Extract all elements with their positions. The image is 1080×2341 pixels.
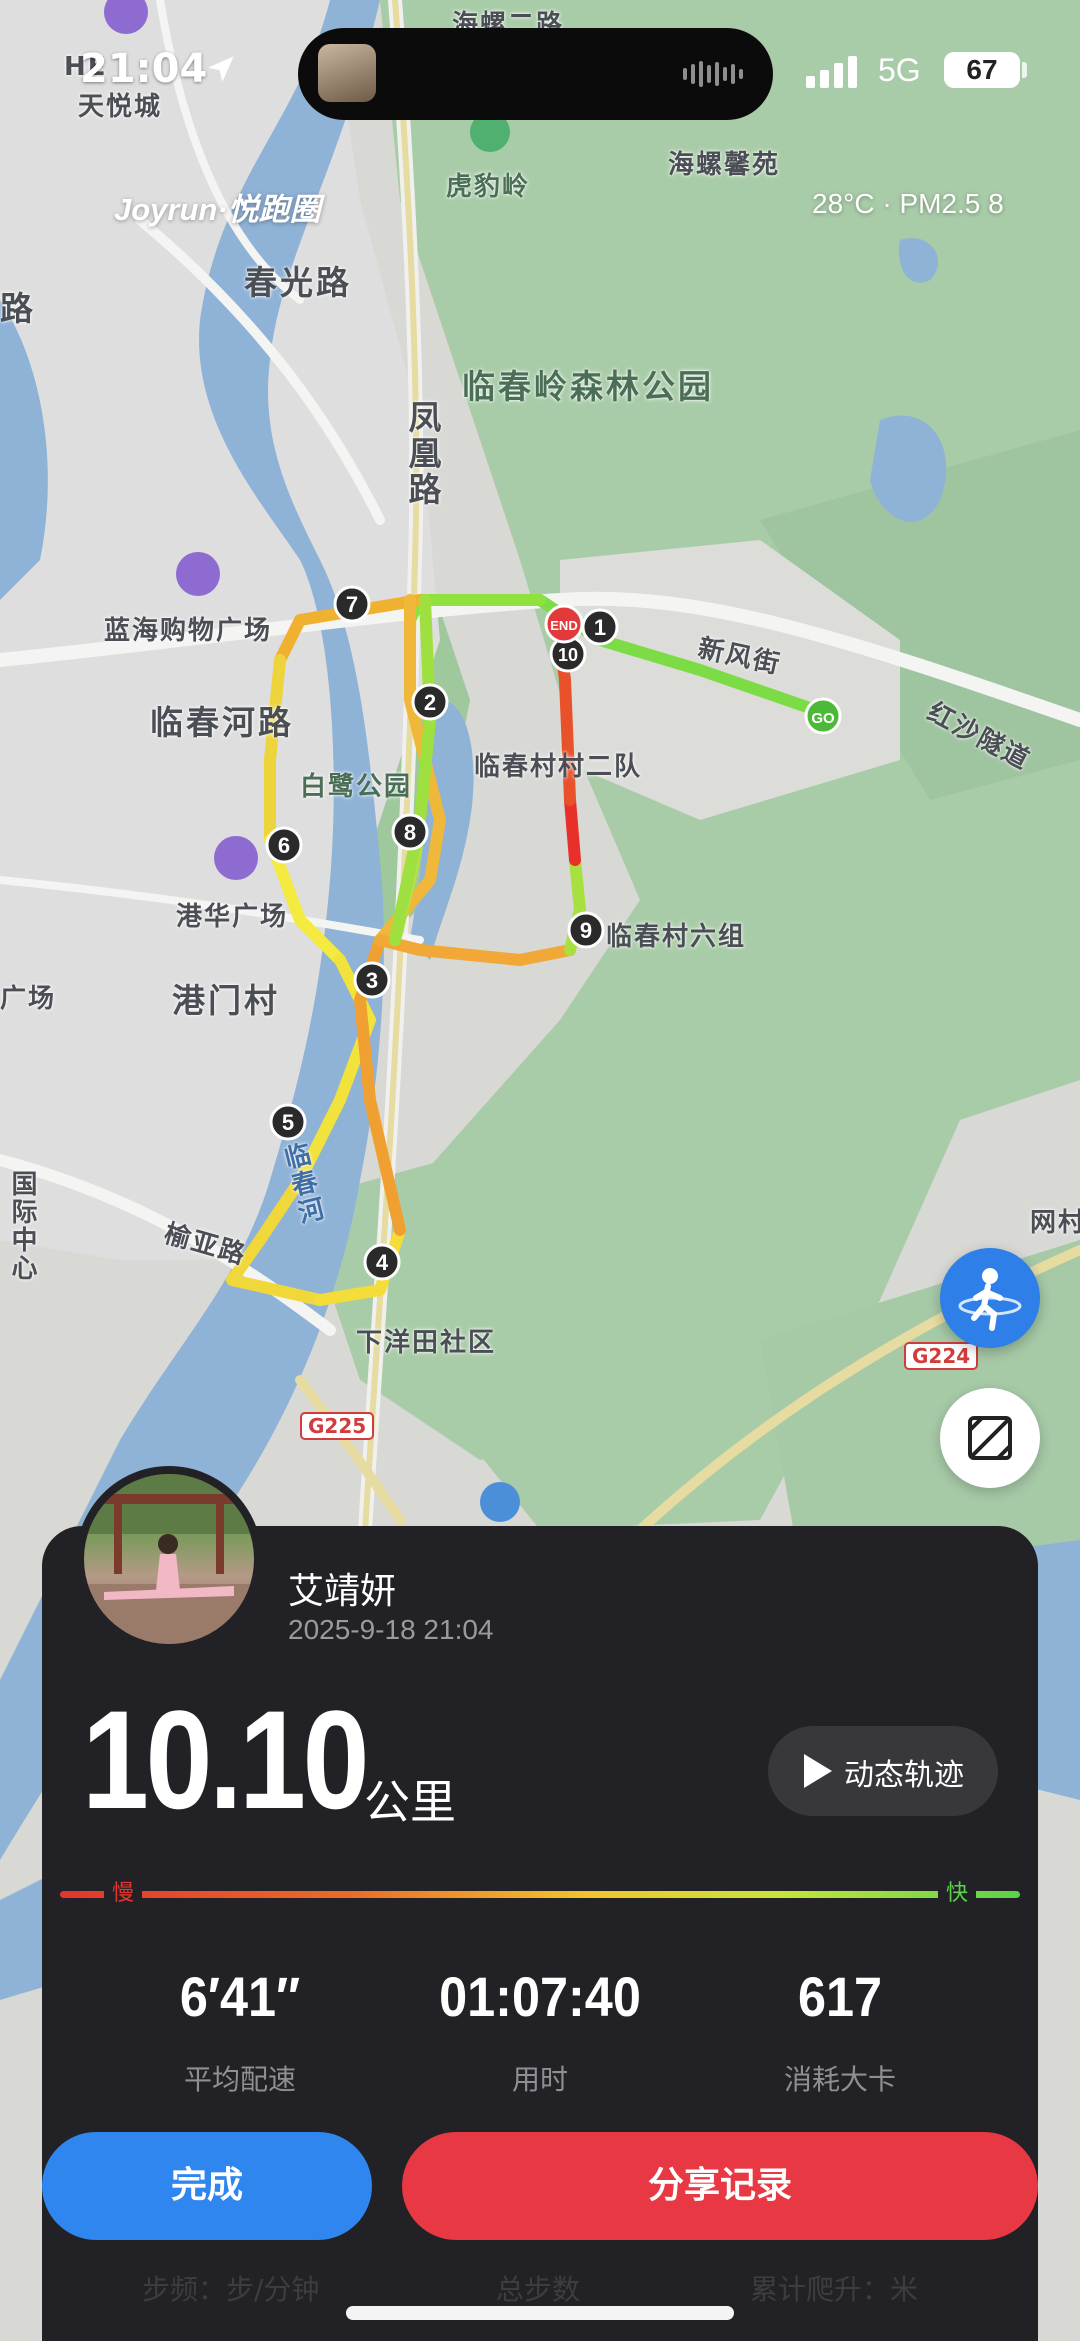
svg-text:3: 3	[366, 968, 378, 993]
map-label-lanhai-mall: 蓝海购物广场	[104, 616, 273, 646]
share-record-button[interactable]: 分享记录	[402, 2132, 1038, 2240]
avg-pace-value: 6′41″	[179, 1965, 301, 2028]
svg-text:4: 4	[376, 1250, 389, 1275]
pace-slow-label: 慢	[104, 1874, 143, 1914]
end-marker: END	[544, 604, 584, 644]
total-steps-label: 总步数	[496, 2273, 581, 2306]
track-playback-label: 动态轨迹	[844, 1758, 964, 1793]
location-arrow-icon	[208, 56, 234, 82]
calories-label: 消耗大卡	[783, 2063, 896, 2096]
map-label-ganghua-plaza: 港华广场	[176, 902, 289, 932]
svg-text:8: 8	[404, 820, 416, 845]
user-name: 艾靖妍	[288, 1571, 397, 1612]
status-time: 21:04	[80, 46, 208, 92]
km-marker-1: 1	[581, 608, 619, 646]
map-label-village-6: 临春村六组	[606, 922, 747, 952]
svg-text:9: 9	[580, 918, 592, 943]
calories-value: 617	[797, 1965, 883, 2028]
elevation-gain-label: 累计爬升：米	[750, 2273, 919, 2306]
distance-unit: 公里	[364, 1775, 456, 1829]
svg-text:GO: GO	[811, 710, 835, 727]
svg-text:5: 5	[282, 1110, 294, 1135]
km-marker-9: 9	[567, 911, 605, 949]
km-marker-4: 4	[363, 1243, 401, 1281]
pace-legend: 慢 快	[60, 1874, 1020, 1914]
map-label-chunguanglu: 春光路	[244, 263, 352, 302]
km-marker-5: 5	[269, 1103, 307, 1141]
distance-value: 10.10	[82, 1681, 370, 1838]
map-label-xiayangtian: 下洋田社区	[356, 1328, 497, 1358]
map-label-bailu-park: 白鹭公园	[300, 772, 413, 802]
pace-fast-label: 快	[937, 1874, 976, 1914]
km-marker-2: 2	[411, 683, 449, 721]
track-playback-button[interactable]: 动态轨迹	[768, 1726, 998, 1816]
map-label-left-lu: 路	[0, 289, 36, 328]
map-label-linchunhe-road: 临春河路	[150, 703, 294, 742]
cadence-label: 步频：步/分钟	[142, 2273, 320, 2306]
map-label-forest-park: 临春岭森林公园	[462, 367, 714, 406]
avg-pace-label: 平均配速	[183, 2063, 296, 2096]
map-label-huboling: 虎豹岭	[446, 172, 531, 202]
avatar-photo	[84, 1474, 254, 1644]
map-label-gangmen: 港门村	[172, 981, 280, 1020]
play-icon	[804, 1754, 832, 1788]
map-label-left-chang: 广场	[0, 984, 57, 1014]
weather-info: 28°C · PM2.5 8	[812, 188, 1004, 219]
km-marker-6: 6	[265, 826, 303, 864]
km-marker-3: 3	[353, 961, 391, 999]
svg-text:7: 7	[346, 592, 358, 617]
status-bar: 21:04 5G 67	[0, 0, 1080, 140]
cellular-signal-icon	[806, 54, 857, 88]
svg-text:END: END	[550, 618, 577, 633]
duration-label: 用时	[511, 2063, 568, 2096]
svg-text:1: 1	[594, 615, 606, 640]
map-label-left-guoji: 国际中心	[7, 1170, 37, 1282]
home-indicator[interactable]	[346, 2306, 734, 2320]
dynamic-island[interactable]	[298, 28, 773, 120]
battery-level: 67	[944, 52, 1020, 88]
avatar[interactable]	[84, 1474, 254, 1644]
map-label-hailuoxinyuan: 海螺馨苑	[668, 150, 781, 180]
duration-value: 01:07:40	[439, 1965, 641, 2028]
run-datetime: 2025-9-18 21:04	[288, 1614, 494, 1645]
map-label-g225: G225	[300, 1412, 375, 1440]
km-marker-8: 8	[391, 813, 429, 851]
svg-text:6: 6	[278, 833, 290, 858]
svg-text:10: 10	[558, 645, 578, 665]
start-marker: GO	[804, 697, 842, 735]
done-button[interactable]: 完成	[42, 2132, 372, 2240]
map-label-fenghuanglu: 凤凰路	[403, 400, 442, 508]
runner-icon	[958, 1268, 1022, 1331]
network-type: 5G	[878, 52, 921, 88]
map-style-button[interactable]	[940, 1388, 1040, 1488]
svg-text:2: 2	[424, 690, 436, 715]
brand-logo: Joyrun·悦跑圈	[114, 192, 321, 227]
map-label-wangcun: 网村	[1030, 1208, 1080, 1238]
map-layer-icon	[968, 1416, 1012, 1460]
map-label-village-2: 临春村村二队	[474, 752, 643, 782]
pace-gradient	[60, 1891, 1020, 1898]
audio-waveform-icon	[683, 60, 743, 88]
now-playing-thumbnail	[318, 44, 376, 102]
battery-cap	[1022, 62, 1027, 78]
km-marker-7: 7	[333, 585, 371, 623]
runner-mode-button[interactable]	[940, 1248, 1040, 1348]
